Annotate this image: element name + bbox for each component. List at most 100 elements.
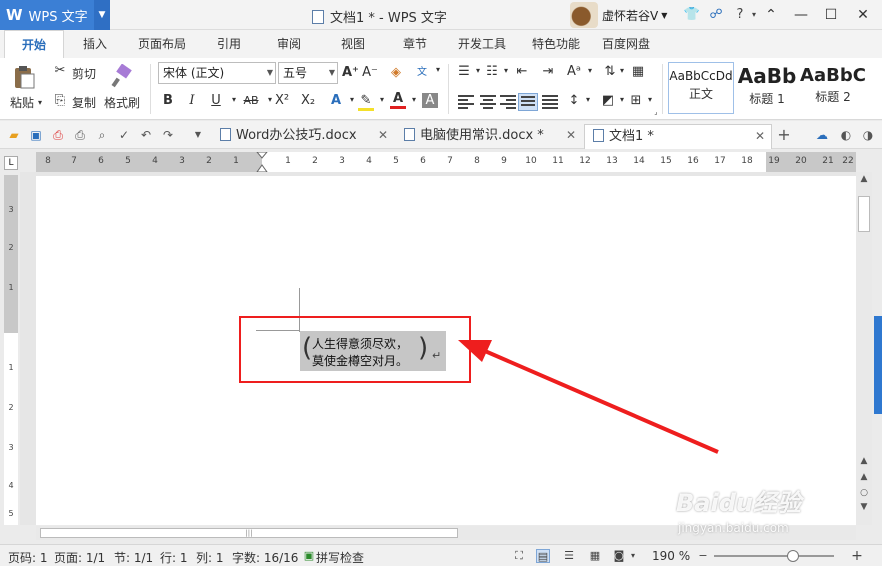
doc-tab[interactable]: Word办公技巧.docx ✕ xyxy=(212,124,394,149)
highlight-icon[interactable]: ✎ xyxy=(358,93,374,111)
side-panel-tab[interactable] xyxy=(874,316,882,414)
scroll-up-icon[interactable]: ▲ xyxy=(856,174,872,184)
web-view-icon[interactable]: ▦ xyxy=(588,549,602,563)
document-area[interactable]: ( 人生得意须尽欢， 莫使金樽空对月。 ) ↵ xyxy=(20,172,856,525)
new-tab-icon[interactable]: + xyxy=(776,127,792,143)
spellcheck-icon[interactable]: ▣ xyxy=(302,549,316,563)
share-icon[interactable]: ☍ xyxy=(706,5,726,25)
chevron-down-icon[interactable]: ▾ xyxy=(626,549,640,563)
status-col[interactable]: 列: 1 xyxy=(196,549,224,566)
tab-features[interactable]: 特色功能 xyxy=(524,30,588,58)
char-shading-icon[interactable]: A xyxy=(422,93,438,108)
zoom-slider[interactable] xyxy=(714,550,834,562)
collapse-ribbon-icon[interactable]: ⌃ xyxy=(760,5,782,25)
paste-icon[interactable] xyxy=(12,64,36,90)
tab-insert[interactable]: 插入 xyxy=(70,30,120,58)
outline-view-icon[interactable]: ☰ xyxy=(562,549,576,563)
maximize-button[interactable]: ☐ xyxy=(820,5,842,25)
open-folder-icon[interactable]: ▰ xyxy=(6,127,22,143)
status-page[interactable]: 页码: 1 xyxy=(8,549,48,566)
pdf-icon[interactable]: ⎙ xyxy=(50,127,66,143)
share-doc-icon[interactable]: ◑ xyxy=(860,127,876,143)
chevron-down-icon[interactable]: ▾ xyxy=(498,66,514,75)
chevron-down-icon[interactable]: ▾ xyxy=(614,66,630,75)
reading-mode-icon[interactable]: ◙ xyxy=(612,549,626,563)
close-button[interactable]: ✕ xyxy=(852,5,874,25)
chevron-down-icon[interactable]: ▾ xyxy=(374,95,390,104)
align-center-icon[interactable] xyxy=(480,95,496,109)
phonetic-guide-icon[interactable]: 文 xyxy=(414,63,430,78)
close-icon[interactable]: ✕ xyxy=(566,124,576,147)
prev-page-icon[interactable]: ▲ xyxy=(856,456,872,466)
spell-check-icon[interactable]: ✓ xyxy=(116,127,132,143)
prev-page-icon[interactable]: ▲ xyxy=(856,472,872,482)
tab-review[interactable]: 审阅 xyxy=(266,30,312,58)
underline-icon[interactable]: U xyxy=(208,93,224,108)
doc-tab-active[interactable]: 文档1 * ✕ xyxy=(584,124,772,149)
superscript-icon[interactable]: X² xyxy=(274,93,290,108)
increase-indent-icon[interactable]: ⇥ xyxy=(540,64,556,79)
subscript-icon[interactable]: X₂ xyxy=(300,93,316,108)
chevron-down-icon[interactable]: ▾ xyxy=(580,95,596,104)
copy-icon[interactable]: ⎘ xyxy=(52,93,68,108)
change-case-icon[interactable]: Aᵃ xyxy=(566,64,582,79)
style-normal[interactable]: AaBbCcDd 正文 xyxy=(668,62,734,114)
wps-menu-button[interactable]: W WPS 文字 ▼ xyxy=(0,0,110,30)
format-painter-icon[interactable] xyxy=(110,63,134,88)
vertical-ruler[interactable]: 3 2 1 1 2 3 4 5 xyxy=(4,175,18,525)
chevron-down-icon[interactable]: ▼ xyxy=(94,0,110,30)
align-right-icon[interactable] xyxy=(500,95,516,109)
chevron-down-icon[interactable]: ▾ xyxy=(642,95,658,104)
status-section[interactable]: 节: 1/1 xyxy=(114,549,153,566)
scrollbar-thumb[interactable]: ||| xyxy=(40,528,458,538)
strikethrough-icon[interactable]: AB xyxy=(240,94,262,107)
skin-icon[interactable]: 👕 xyxy=(682,5,702,25)
scrollbar-thumb[interactable] xyxy=(858,196,870,232)
next-page-icon[interactable]: ▼ xyxy=(856,502,872,512)
chevron-down-icon[interactable]: ▾ xyxy=(406,95,422,104)
style-heading-1[interactable]: AaBb 标题 1 xyxy=(736,62,798,114)
font-size-select[interactable]: 五号 ▼ xyxy=(278,62,338,84)
copy-button[interactable]: 复制 xyxy=(72,94,96,111)
decrease-indent-icon[interactable]: ⇤ xyxy=(514,64,530,79)
style-heading-2[interactable]: AaBbC 标题 2 xyxy=(800,62,866,114)
avatar[interactable] xyxy=(570,2,598,28)
shrink-font-icon[interactable]: A⁻ xyxy=(362,65,378,80)
text-effect-icon[interactable]: A xyxy=(328,93,344,108)
indent-marker-icon[interactable] xyxy=(254,152,270,172)
table-icon[interactable]: ▦ xyxy=(630,64,646,79)
minimize-button[interactable]: — xyxy=(790,5,812,25)
sync-icon[interactable]: ◐ xyxy=(838,127,854,143)
tab-references[interactable]: 引用 xyxy=(206,30,252,58)
font-family-select[interactable]: 宋体 (正文) ▼ xyxy=(158,62,276,84)
select-browse-icon[interactable]: ○ xyxy=(856,488,872,498)
close-icon[interactable]: ✕ xyxy=(378,124,388,147)
scissors-icon[interactable]: ✂ xyxy=(52,63,68,78)
chevron-down-icon[interactable]: ▾ xyxy=(582,66,598,75)
close-icon[interactable]: ✕ xyxy=(755,125,765,148)
status-pages[interactable]: 页面: 1/1 xyxy=(54,549,105,566)
save-icon[interactable]: ▣ xyxy=(28,127,44,143)
zoom-level[interactable]: 190 % xyxy=(652,549,690,563)
print-icon[interactable]: ⎙ xyxy=(72,127,88,143)
tab-developer[interactable]: 开发工具 xyxy=(450,30,514,58)
status-spellcheck[interactable]: 拼写检查 xyxy=(316,549,364,566)
format-painter-button[interactable]: 格式刷 xyxy=(104,94,140,111)
undo-icon[interactable]: ↶ xyxy=(138,127,154,143)
document-page[interactable]: ( 人生得意须尽欢， 莫使金樽空对月。 ) ↵ xyxy=(36,176,856,525)
zoom-slider-thumb[interactable] xyxy=(787,550,800,562)
bold-icon[interactable]: B xyxy=(160,93,176,108)
page-view-icon[interactable]: ▤ xyxy=(536,549,550,563)
distributed-align-icon[interactable] xyxy=(542,95,558,109)
horizontal-ruler[interactable]: 8 7 6 5 4 3 2 1 1 2 3 4 5 6 7 8 9 10 11 … xyxy=(36,152,856,172)
align-left-icon[interactable] xyxy=(458,95,474,109)
clear-format-icon[interactable]: ◈ xyxy=(388,65,404,80)
tab-start[interactable]: 开始 xyxy=(4,30,64,58)
tab-chapter[interactable]: 章节 xyxy=(392,30,438,58)
italic-icon[interactable]: I xyxy=(184,93,200,108)
justify-icon[interactable] xyxy=(518,93,538,111)
zoom-out-icon[interactable]: − xyxy=(696,549,710,563)
paste-button[interactable]: 粘贴 xyxy=(10,94,34,111)
chevron-down-icon[interactable]: ▼ xyxy=(661,11,667,20)
chevron-down-icon[interactable]: ▾ xyxy=(38,98,42,107)
